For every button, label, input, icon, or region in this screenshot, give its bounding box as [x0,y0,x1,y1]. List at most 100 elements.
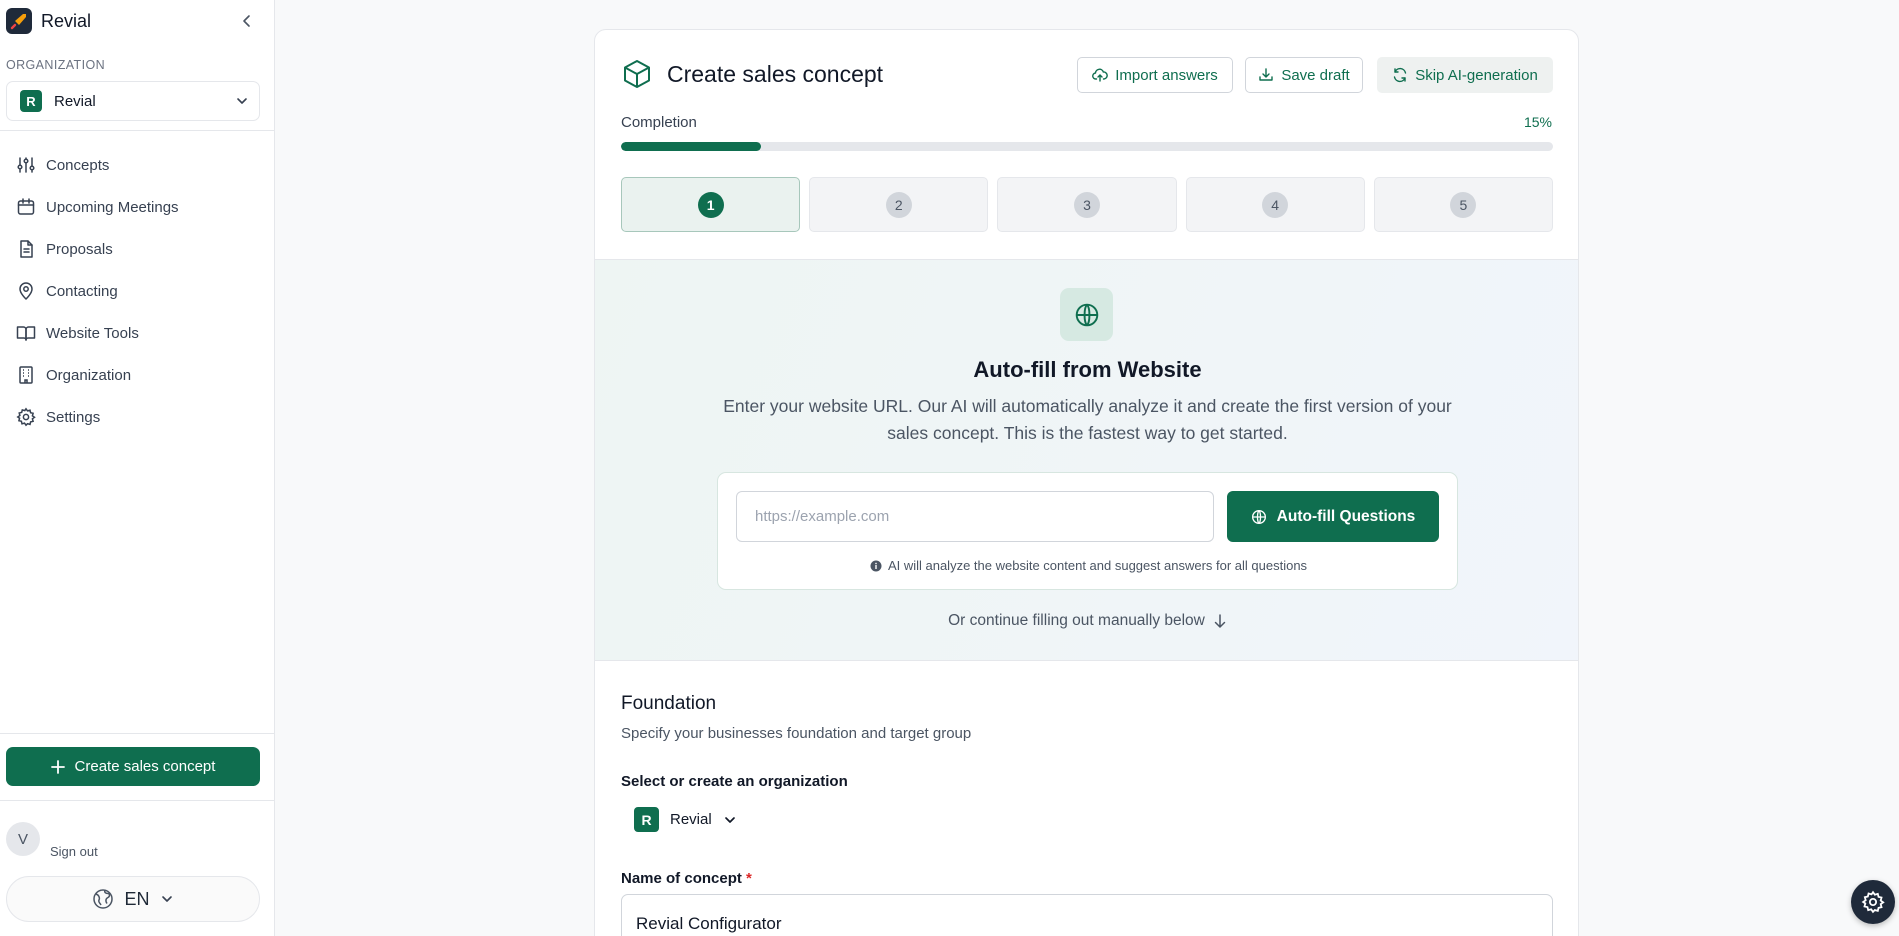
step-2[interactable]: 2 [809,177,989,232]
sidebar-item-label: Website Tools [46,324,139,342]
create-concept-card: Create sales concept Import answers Save… [594,29,1579,936]
divider [0,800,274,801]
progress-fill [621,142,761,151]
refresh-icon [1394,67,1407,83]
org-section-label: ORGANIZATION [6,58,106,72]
download-icon [1259,68,1274,81]
completion-progress-bar [621,142,1553,151]
collapse-sidebar-button[interactable] [236,10,258,32]
step-number: 1 [697,191,724,218]
sidebar-item-label: Settings [46,408,101,426]
completion-percent: 15% [1523,114,1552,130]
org-avatar: R [20,90,42,112]
autofill-title: Auto-fill from Website [973,357,1202,382]
import-answers-label: Import answers [1115,66,1218,84]
step-number: 4 [1262,191,1289,218]
cloud-upload-icon [1092,68,1109,82]
step-number: 5 [1450,191,1477,218]
sidebar-item-label: Concepts [46,156,110,174]
url-form: Auto-fill Questions AI will analyze the … [717,472,1458,590]
chevron-down-icon [161,896,172,902]
autofill-hint: AI will analyze the website content and … [718,558,1459,573]
org-selector[interactable]: R Revial [6,81,260,121]
org-name: Revial [670,811,712,828]
step-number: 3 [1074,191,1100,218]
import-answers-button[interactable]: Import answers [1077,57,1233,93]
section-title: Foundation [621,693,717,714]
org-field-label: Select or create an organization [621,773,848,790]
building-icon [19,366,33,384]
concept-name-label: Name of concept * [621,870,752,887]
sidebar-item-label: Proposals [46,240,113,258]
card-header: Create sales concept [621,58,883,90]
step-5[interactable]: 5 [1373,177,1554,232]
step-4[interactable]: 4 [1185,177,1365,232]
divider [0,733,274,734]
skip-ai-label: Skip AI-generation [1415,66,1538,84]
website-url-input[interactable] [736,491,1214,542]
step-3[interactable]: 3 [997,177,1177,232]
skip-ai-generation-button[interactable]: Skip AI-generation [1377,57,1553,93]
autofill-questions-button[interactable]: Auto-fill Questions [1227,491,1439,542]
required-mark: * [746,870,752,887]
calendar-icon [17,198,35,215]
concept-name-input[interactable] [621,894,1553,936]
arrow-down-icon [1214,614,1226,628]
manual-fill-note: Or continue filling out manually below [595,612,1578,630]
completion-label: Completion [621,114,697,131]
chevron-down-icon [724,816,735,823]
document-icon [20,240,33,258]
org-name: Revial [54,92,96,110]
sidebar-item-organization[interactable]: Organization [0,354,274,396]
sliders-icon [17,157,35,173]
sidebar-item-label: Contacting [46,282,118,300]
rocket-logo-icon [6,8,32,34]
globe-badge [1060,288,1113,341]
sidebar-item-website-tools[interactable]: Website Tools [0,312,274,354]
manual-fill-text: Or continue filling out manually below [948,612,1205,629]
plus-icon [50,759,65,774]
concept-org-selector[interactable]: R Revial [634,807,737,832]
step-navigation: 1 2 3 4 5 [621,177,1554,232]
info-icon [870,560,882,571]
save-draft-label: Save draft [1281,66,1350,84]
section-subtitle: Specify your businesses foundation and t… [621,725,972,742]
language-selector[interactable]: EN [6,876,260,922]
gear-icon [1861,890,1885,914]
save-draft-button[interactable]: Save draft [1245,57,1363,93]
autofill-button-label: Auto-fill Questions [1276,507,1416,525]
settings-fab-button[interactable] [1851,880,1895,924]
sidebar-item-label: Organization [46,366,132,384]
cube-icon [624,60,650,88]
brand-name: Revial [41,10,92,31]
chevron-left-icon [243,15,250,27]
brand[interactable]: Revial [6,8,91,34]
autofill-description: Enter your website URL. Our AI will auto… [723,396,1452,443]
page-title: Create sales concept [667,60,884,87]
globe-icon [1251,509,1266,524]
create-button-label: Create sales concept [74,758,216,775]
globe-icon [93,889,114,909]
sign-out-link[interactable]: Sign out [50,844,98,859]
org-avatar: R [634,807,659,832]
sidebar-item-label: Upcoming Meetings [46,198,179,216]
sidebar-item-upcoming-meetings[interactable]: Upcoming Meetings [0,186,274,228]
sidebar-item-contacting[interactable]: Contacting [0,270,274,312]
sidebar: Revial ORGANIZATION R Revial Concepts Up… [0,0,275,936]
sidebar-item-settings[interactable]: Settings [0,396,274,438]
language-code: EN [124,888,150,909]
sidebar-nav: Concepts Upcoming Meetings Proposals Con… [0,144,274,438]
sidebar-item-concepts[interactable]: Concepts [0,144,274,186]
create-sales-concept-button[interactable]: Create sales concept [6,747,260,786]
autofill-hint-text: AI will analyze the website content and … [887,558,1308,573]
gear-icon [16,407,36,427]
step-1[interactable]: 1 [621,177,801,232]
concept-name-label-text: Name of concept [621,870,742,887]
globe-icon [1075,303,1098,326]
divider [0,130,274,131]
step-number: 2 [885,191,912,218]
user-avatar[interactable]: V [6,822,40,856]
chevron-down-icon [237,98,247,104]
sidebar-item-proposals[interactable]: Proposals [0,228,274,270]
map-pin-icon [19,282,33,301]
